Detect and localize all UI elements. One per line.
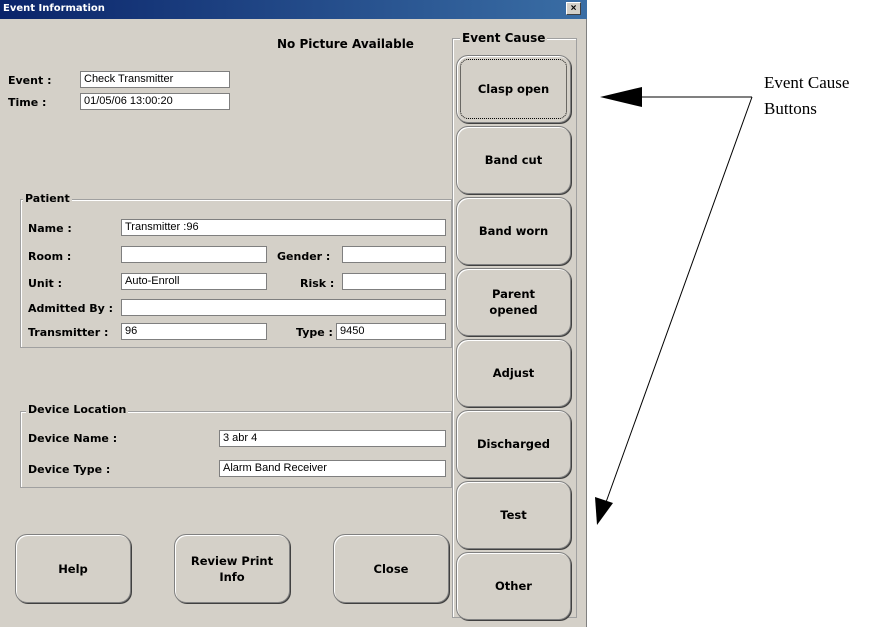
annotation-line-2: Buttons [764, 99, 817, 118]
left-arrowhead-icon [600, 87, 642, 107]
annotation-arrows [595, 87, 753, 525]
annotation-line-1: Event Cause [764, 73, 850, 92]
down-arrowhead-icon [595, 497, 613, 525]
annotation-label: Event Cause Buttons [764, 70, 849, 122]
arrow-line-diagonal [604, 96, 753, 506]
